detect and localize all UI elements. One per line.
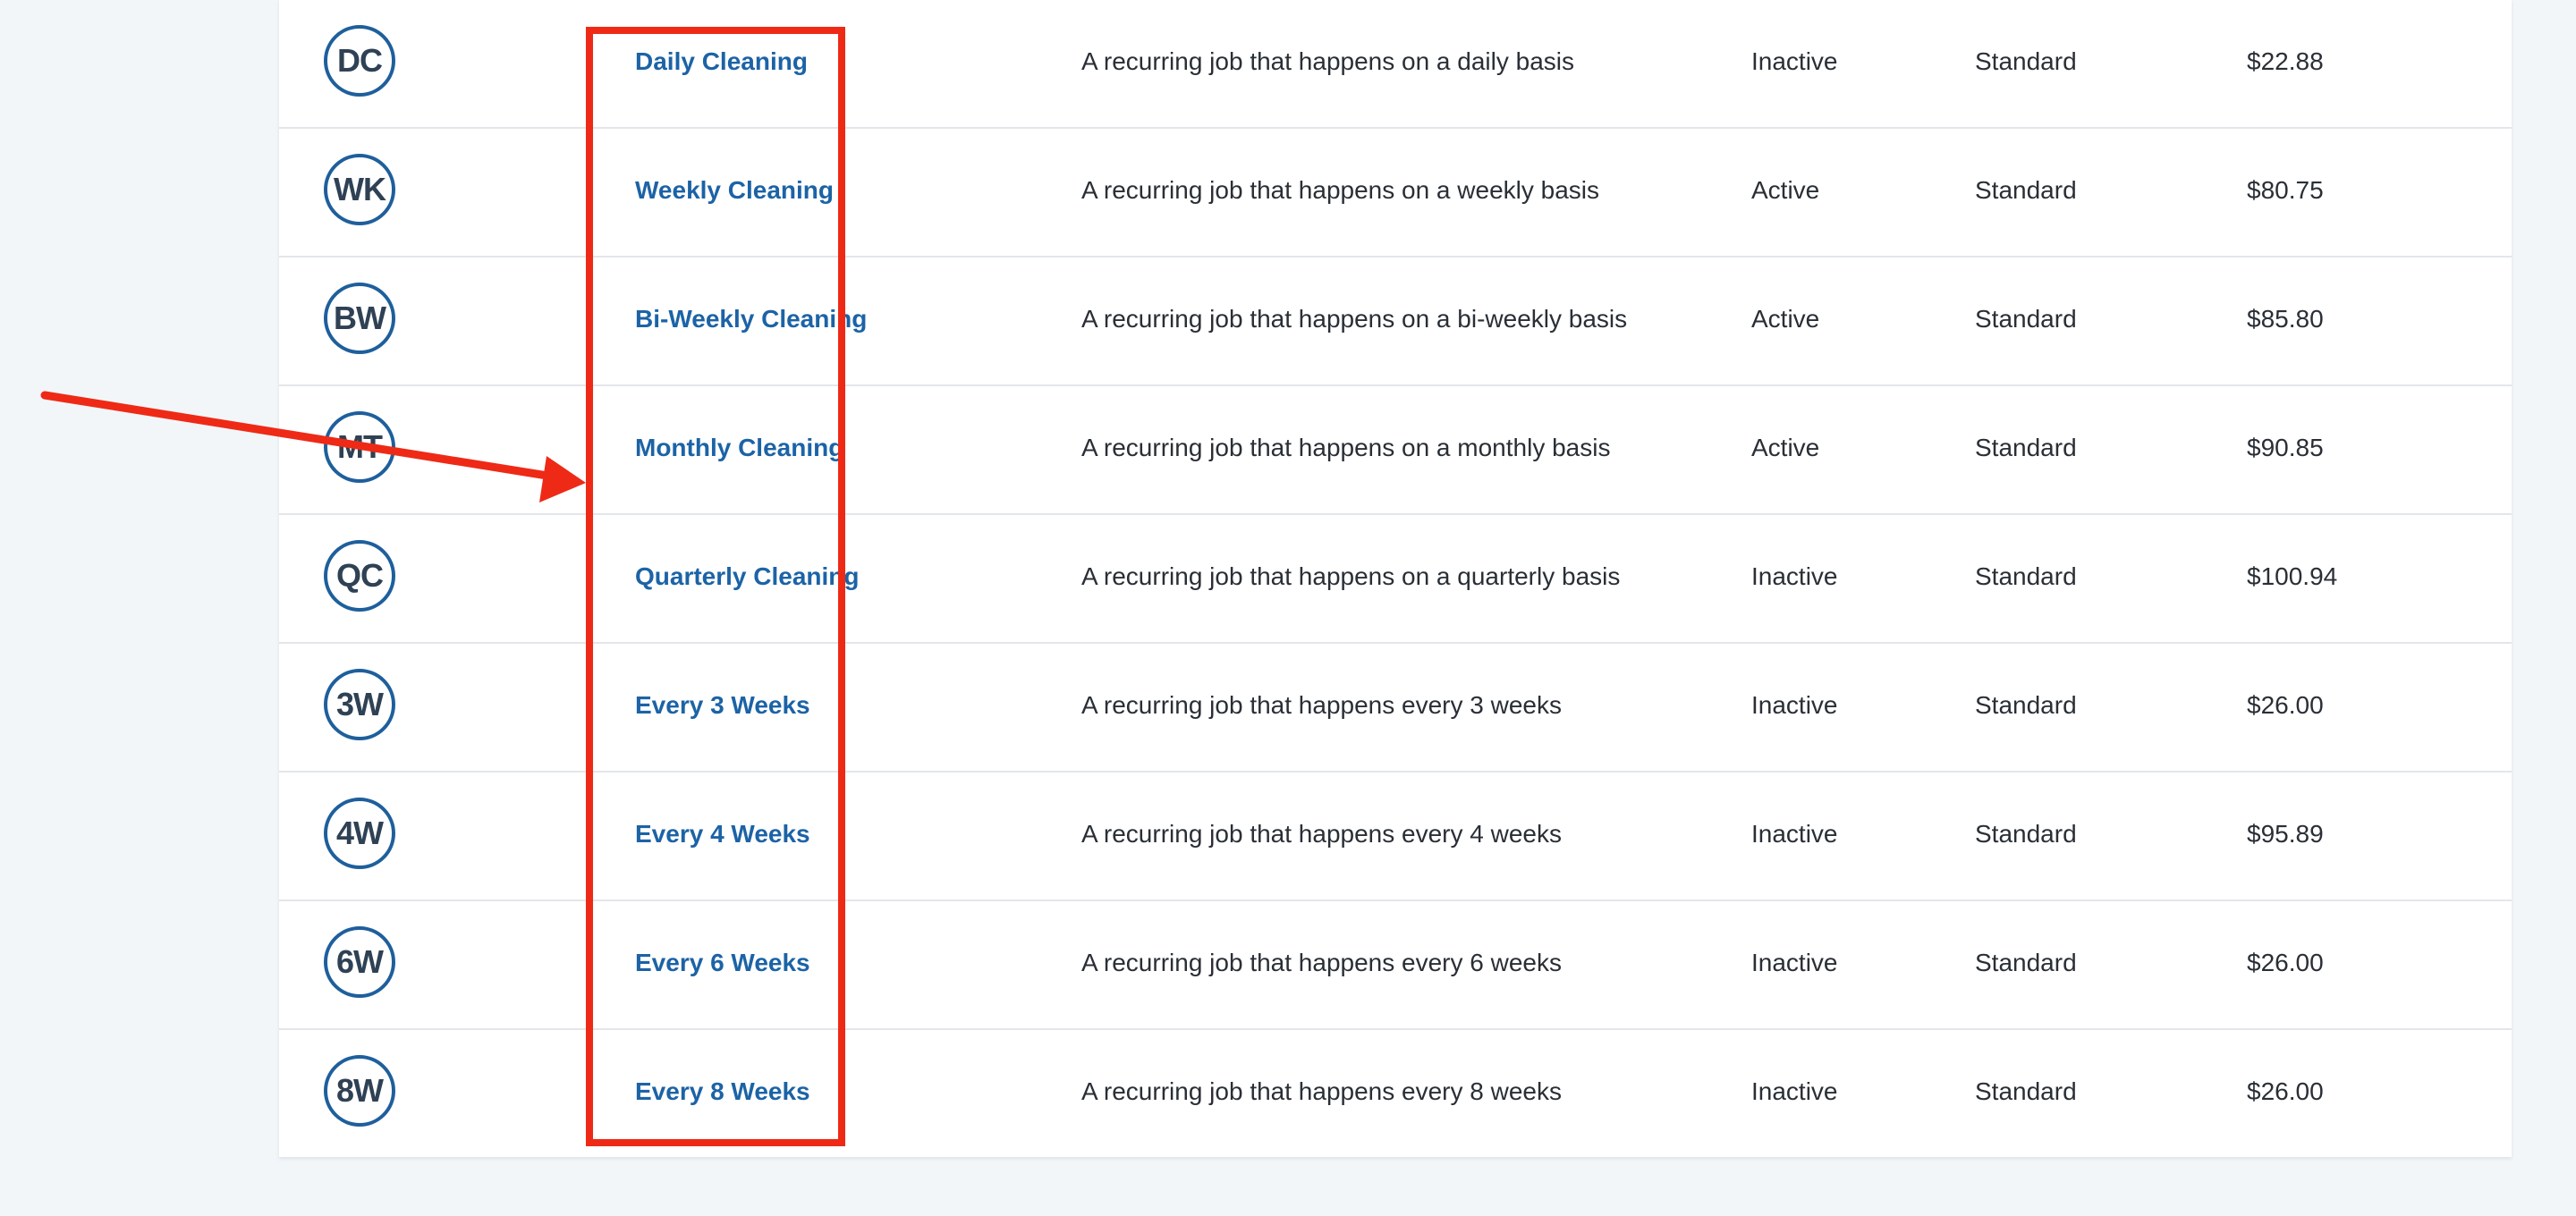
job-description: A recurring job that happens on a monthl… — [1081, 434, 1611, 461]
job-type: Standard — [1975, 1077, 2077, 1105]
job-status: Inactive — [1751, 820, 1838, 848]
job-price: $26.00 — [2247, 949, 2324, 976]
job-status: Active — [1751, 176, 1820, 204]
job-type: Standard — [1975, 820, 2077, 848]
job-name-link[interactable]: Bi-Weekly Cleaning — [635, 258, 867, 381]
table-row[interactable]: 4W Every 4 Weeks A recurring job that ha… — [279, 773, 2512, 901]
table-row[interactable]: DC Daily Cleaning A recurring job that h… — [279, 0, 2512, 129]
job-description: A recurring job that happens every 8 wee… — [1081, 1077, 1562, 1105]
job-type: Standard — [1975, 176, 2077, 204]
job-status: Inactive — [1751, 949, 1838, 976]
job-type: Standard — [1975, 305, 2077, 333]
job-name-link[interactable]: Every 4 Weeks — [635, 773, 810, 896]
job-name-link[interactable]: Monthly Cleaning — [635, 386, 843, 510]
job-description: A recurring job that happens on a daily … — [1081, 47, 1575, 75]
job-name-link[interactable]: Quarterly Cleaning — [635, 515, 860, 638]
job-type: Standard — [1975, 691, 2077, 719]
job-status: Inactive — [1751, 1077, 1838, 1105]
job-name-link[interactable]: Every 3 Weeks — [635, 644, 810, 767]
table-row[interactable]: 6W Every 6 Weeks A recurring job that ha… — [279, 901, 2512, 1030]
job-type: Standard — [1975, 562, 2077, 590]
job-name-link[interactable]: Every 6 Weeks — [635, 901, 810, 1025]
table-row[interactable]: BW Bi-Weekly Cleaning A recurring job th… — [279, 258, 2512, 386]
table-row[interactable]: 8W Every 8 Weeks A recurring job that ha… — [279, 1030, 2512, 1159]
job-description: A recurring job that happens every 3 wee… — [1081, 691, 1562, 719]
table-row[interactable]: MT Monthly Cleaning A recurring job that… — [279, 386, 2512, 515]
job-initials-avatar: 6W — [324, 926, 395, 998]
job-description: A recurring job that happens on a bi-wee… — [1081, 305, 1628, 333]
job-initials-avatar: DC — [324, 25, 395, 97]
job-price: $85.80 — [2247, 305, 2324, 333]
job-description: A recurring job that happens on a weekly… — [1081, 176, 1600, 204]
job-initials-avatar: QC — [324, 540, 395, 612]
table-row[interactable]: QC Quarterly Cleaning A recurring job th… — [279, 515, 2512, 644]
job-name-link[interactable]: Daily Cleaning — [635, 0, 808, 123]
job-initials-avatar: WK — [324, 154, 395, 225]
job-initials-avatar: BW — [324, 283, 395, 354]
table-row[interactable]: 3W Every 3 Weeks A recurring job that ha… — [279, 644, 2512, 773]
job-name-link[interactable]: Every 8 Weeks — [635, 1030, 810, 1153]
job-price: $100.94 — [2247, 562, 2338, 590]
job-type: Standard — [1975, 47, 2077, 75]
job-price: $80.75 — [2247, 176, 2324, 204]
job-type: Standard — [1975, 949, 2077, 976]
job-status: Inactive — [1751, 47, 1838, 75]
recurring-jobs-table: DC Daily Cleaning A recurring job that h… — [279, 0, 2512, 1157]
job-price: $26.00 — [2247, 1077, 2324, 1105]
job-status: Inactive — [1751, 562, 1838, 590]
job-name-link[interactable]: Weekly Cleaning — [635, 129, 834, 252]
table-row[interactable]: WK Weekly Cleaning A recurring job that … — [279, 129, 2512, 258]
job-price: $90.85 — [2247, 434, 2324, 461]
job-status: Active — [1751, 434, 1820, 461]
job-initials-avatar: MT — [324, 411, 395, 483]
job-initials-avatar: 8W — [324, 1055, 395, 1127]
job-initials-avatar: 3W — [324, 669, 395, 740]
job-status: Active — [1751, 305, 1820, 333]
job-initials-avatar: 4W — [324, 798, 395, 869]
job-status: Inactive — [1751, 691, 1838, 719]
job-type: Standard — [1975, 434, 2077, 461]
job-description: A recurring job that happens every 4 wee… — [1081, 820, 1562, 848]
job-description: A recurring job that happens every 6 wee… — [1081, 949, 1562, 976]
job-description: A recurring job that happens on a quarte… — [1081, 562, 1621, 590]
job-price: $22.88 — [2247, 47, 2324, 75]
job-price: $95.89 — [2247, 820, 2324, 848]
job-price: $26.00 — [2247, 691, 2324, 719]
